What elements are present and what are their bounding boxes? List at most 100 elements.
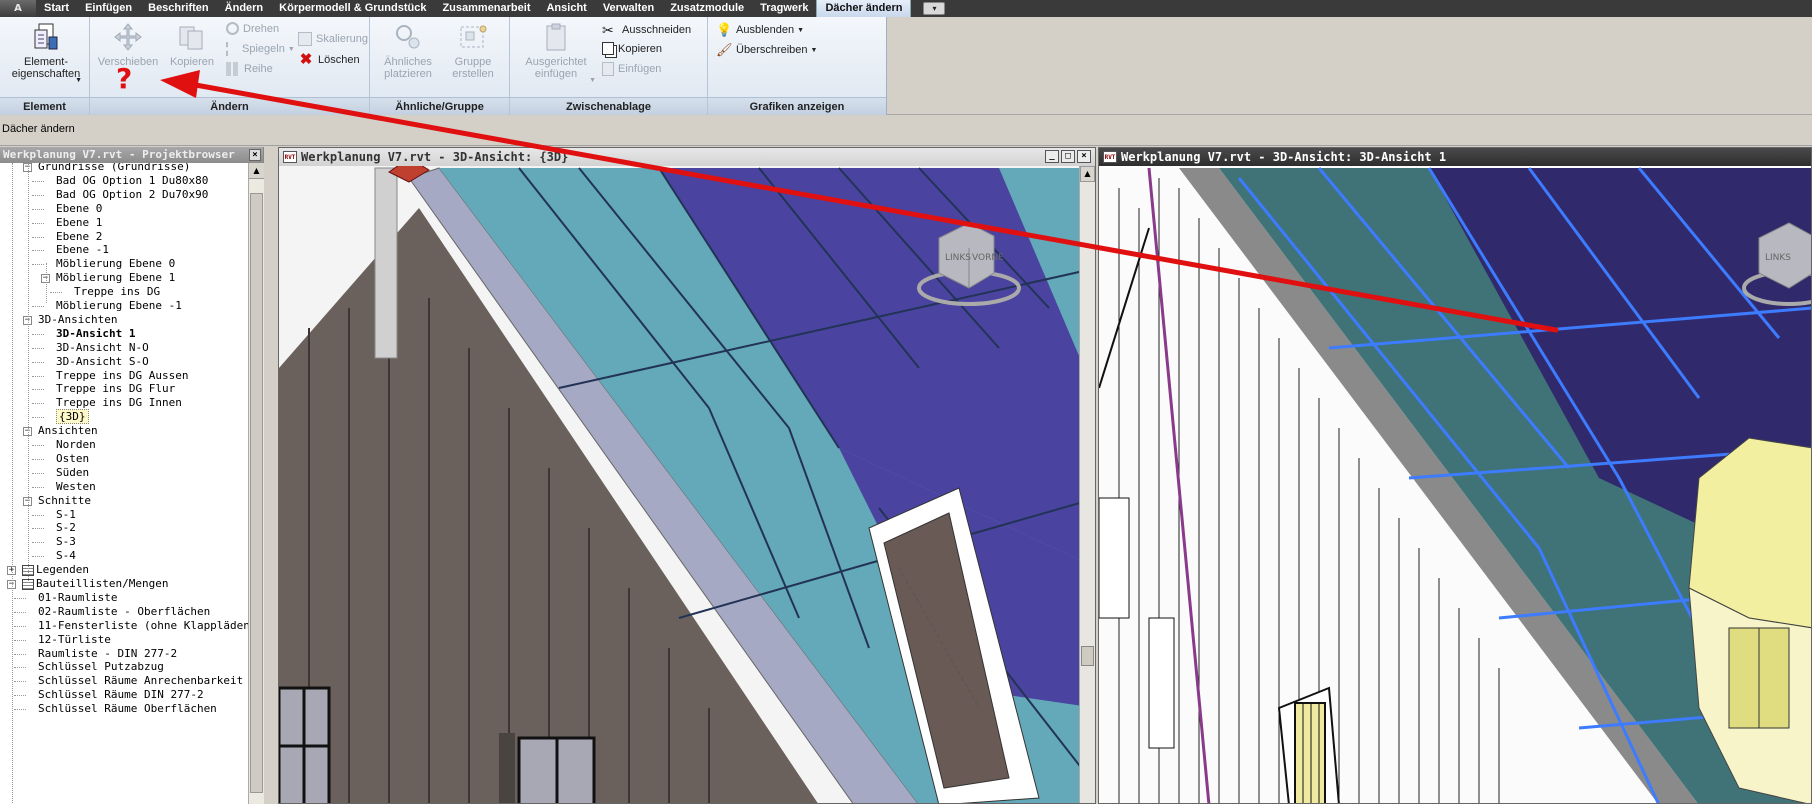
tree-connector bbox=[32, 445, 44, 446]
tab-5[interactable]: Zusammenarbeit bbox=[434, 0, 538, 17]
view-3d-default-canvas[interactable]: LINKS VORNE bbox=[279, 148, 1096, 804]
tree-connector bbox=[32, 472, 44, 474]
delete-icon: ✖ bbox=[299, 51, 313, 68]
tree-item-label: 3D-Ansicht 1 bbox=[56, 326, 136, 340]
tree-item-label: S-4 bbox=[56, 549, 76, 563]
tab-4[interactable]: Körpermodell & Grundstück bbox=[271, 0, 434, 17]
tree-item-label: Möblierung Ebene 1 bbox=[56, 271, 176, 285]
paste-aligned-button[interactable]: Ausgerichtet einfügen ▼ bbox=[516, 21, 596, 84]
tree-connector bbox=[32, 306, 44, 307]
rotate-button[interactable]: Drehen bbox=[226, 22, 279, 35]
hide-label: Ausblenden bbox=[736, 24, 795, 36]
tree-item-label: Ansichten bbox=[38, 424, 98, 438]
delete-button[interactable]: ✖ Löschen bbox=[298, 52, 360, 68]
hide-button[interactable]: 💡 Ausblenden ▼ bbox=[716, 22, 804, 38]
tree-item-label: Möblierung Ebene 0 bbox=[56, 257, 176, 271]
tab-1[interactable]: Einfügen bbox=[77, 0, 140, 17]
override-button[interactable]: 🖌 Überschreiben ▼ bbox=[716, 42, 817, 58]
viewcube-left-label[interactable]: LINKS bbox=[1765, 253, 1791, 263]
scroll-up-icon[interactable]: ▲ bbox=[249, 163, 264, 179]
tab-list: Start Einfügen Beschriften Ändern Körpermode… bbox=[36, 0, 912, 17]
rotate-icon bbox=[226, 22, 239, 35]
view-3d-default-scrollbar[interactable]: ▲ bbox=[1079, 166, 1095, 803]
copy-label: Kopieren bbox=[169, 56, 215, 68]
tree-connector bbox=[32, 528, 44, 530]
view-3d-ansicht-1-titlebar[interactable]: RVT Werkplanung V7.rvt - 3D-Ansicht: 3D-A… bbox=[1099, 148, 1811, 166]
create-similar-button[interactable]: Ähnliches platzieren bbox=[376, 21, 440, 80]
element-properties-label: Element- eigenschaften bbox=[11, 56, 81, 80]
tree-connector bbox=[32, 389, 44, 391]
tab-7[interactable]: Verwalten bbox=[595, 0, 662, 17]
copy-icon bbox=[179, 26, 203, 50]
view-window-3d-ansicht-1[interactable]: LINKS RVT Werkplanung V7.rvt - 3D-Ansicht… bbox=[1098, 147, 1812, 804]
tree-item-label: Norden bbox=[56, 438, 96, 451]
scroll-thumb[interactable] bbox=[1081, 646, 1094, 666]
tree-item-label: Raumliste - DIN 277-2 bbox=[38, 646, 178, 660]
tree-connector bbox=[50, 292, 62, 294]
revit-file-icon: RVT bbox=[1103, 151, 1117, 163]
tree-item-label: 3D-Ansichten bbox=[38, 312, 118, 326]
tree-item-label: Bauteillisten/Mengen bbox=[36, 577, 169, 590]
viewcube-left-label[interactable]: LINKS bbox=[945, 253, 971, 263]
mirror-button[interactable]: Spiegeln ▼ bbox=[226, 42, 295, 56]
view-3d-default-titlebar[interactable]: RVT Werkplanung V7.rvt - 3D-Ansicht: {3D}… bbox=[279, 148, 1095, 166]
paste-aligned-label: Ausgerichtet einfügen bbox=[525, 56, 587, 80]
project-browser-title: Werkplanung V7.rvt - Projektbrowser × bbox=[0, 147, 263, 163]
tree-item-label: Schlüssel Räume Oberflächen bbox=[38, 702, 217, 716]
tab-3[interactable]: Ändern bbox=[217, 0, 272, 17]
tree-connector bbox=[32, 486, 44, 488]
tab-9[interactable]: Tragwerk bbox=[752, 0, 816, 17]
maximize-icon[interactable]: □ bbox=[1061, 150, 1075, 163]
tab-2[interactable]: Beschriften bbox=[140, 0, 217, 17]
clipboard-copy-button[interactable]: Kopieren bbox=[602, 42, 662, 55]
move-label: Verschieben bbox=[97, 56, 159, 68]
tree-item-label: 3D-Ansicht S-O bbox=[56, 354, 149, 368]
element-properties-button[interactable]: Element- eigenschaften ▼ bbox=[6, 21, 86, 84]
tab-10[interactable]: Dächer ändern bbox=[816, 0, 912, 17]
tree-connector bbox=[32, 403, 44, 405]
tree-item[interactable]: Schlüssel Räume Oberflächen bbox=[38, 701, 217, 717]
create-similar-icon bbox=[396, 25, 420, 49]
scale-label: Skalierung bbox=[316, 33, 368, 45]
paste-label: Einfügen bbox=[618, 63, 662, 75]
scroll-up-icon[interactable]: ▲ bbox=[1080, 166, 1095, 182]
scale-button[interactable]: Skalierung bbox=[298, 32, 368, 46]
chevron-down-icon: ▼ bbox=[75, 77, 82, 84]
tree-item-label: Schlüssel Putzabzug bbox=[38, 660, 164, 674]
view-3d-ansicht-1-canvas[interactable]: LINKS bbox=[1099, 148, 1812, 804]
viewcube-front-label[interactable]: VORNE bbox=[972, 253, 1004, 263]
clipboard-copy-label: Kopieren bbox=[618, 42, 663, 55]
cut-button[interactable]: ✂ Ausschneiden bbox=[602, 22, 691, 38]
lightbulb-icon: 💡 bbox=[716, 22, 733, 37]
tree-item-label: Treppe ins DG Innen bbox=[56, 396, 182, 410]
options-bar-context: Dächer ändern bbox=[2, 123, 75, 135]
ribbon-minimize-button[interactable]: ▾ bbox=[923, 2, 946, 15]
panel-label-element: Element bbox=[0, 97, 89, 115]
tab-6[interactable]: Ansicht bbox=[538, 0, 594, 17]
paste-button[interactable]: Einfügen bbox=[602, 62, 661, 76]
tree-guide bbox=[28, 163, 29, 583]
rotate-label: Drehen bbox=[243, 22, 280, 35]
tree-connector bbox=[32, 250, 44, 252]
scissors-icon: ✂ bbox=[602, 22, 614, 38]
copy-button[interactable]: Kopieren bbox=[164, 21, 220, 68]
move-button[interactable]: Verschieben bbox=[96, 21, 160, 68]
close-icon[interactable]: × bbox=[249, 149, 261, 161]
tree-connector bbox=[14, 625, 26, 627]
tab-0[interactable]: Start bbox=[36, 0, 77, 17]
view-window-3d-default[interactable]: LINKS VORNE RVT Werkplanung V7.rvt - 3D-A… bbox=[278, 147, 1096, 804]
cut-label: Ausschneiden bbox=[622, 24, 692, 36]
create-group-button[interactable]: Gruppe erstellen bbox=[442, 21, 504, 80]
close-icon[interactable]: × bbox=[1077, 150, 1091, 163]
array-button[interactable]: Reihe bbox=[226, 62, 273, 76]
view-3d-ansicht-1-title: Werkplanung V7.rvt - 3D-Ansicht: 3D-Ansi… bbox=[1121, 150, 1447, 164]
tree-item-label: S-2 bbox=[56, 521, 76, 535]
application-menu-button[interactable]: A bbox=[0, 0, 36, 17]
project-browser-scrollbar[interactable]: ▲ bbox=[248, 163, 264, 804]
minimize-icon[interactable]: _ bbox=[1045, 150, 1059, 163]
tab-8[interactable]: Zusatzmodule bbox=[662, 0, 752, 17]
scroll-thumb[interactable] bbox=[250, 193, 263, 793]
view-3d-default-title: Werkplanung V7.rvt - 3D-Ansicht: {3D} bbox=[301, 150, 569, 164]
tree-connector bbox=[14, 653, 26, 655]
panel-aendern: Verschieben Kopieren Drehen Spiegeln ▼ Re… bbox=[90, 17, 370, 115]
